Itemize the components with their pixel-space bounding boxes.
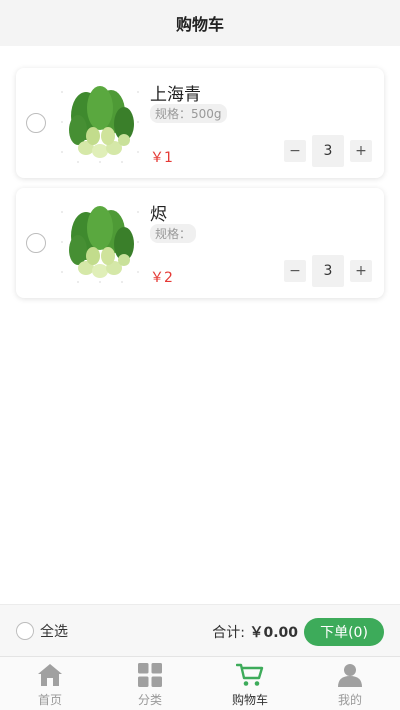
tab-profile-label: 我的 <box>337 693 362 707</box>
quantity-stepper: − 3 + <box>284 255 372 287</box>
decrease-button[interactable]: − <box>284 260 306 282</box>
product-name[interactable]: 烬 <box>150 200 167 225</box>
select-all-checkbox[interactable] <box>16 622 34 640</box>
product-price: ￥2 <box>150 270 173 286</box>
tab-home-label: 首页 <box>37 693 62 707</box>
increase-button[interactable]: + <box>350 140 372 162</box>
select-item-checkbox[interactable] <box>26 233 46 253</box>
total-label: 合计: <box>212 625 245 641</box>
decrease-button[interactable]: − <box>284 140 306 162</box>
product-image[interactable] <box>56 78 144 166</box>
bottom-tab-bar: 首页 分类 购物车 我的 <box>0 656 400 710</box>
product-spec: 规格：500g <box>150 104 227 123</box>
home-icon <box>35 661 65 689</box>
select-item-checkbox[interactable] <box>26 113 46 133</box>
cart-icon <box>235 661 265 689</box>
product-spec: 规格： <box>150 224 197 243</box>
quantity-value[interactable]: 3 <box>312 135 344 167</box>
tab-profile[interactable]: 我的 <box>300 657 400 710</box>
user-icon <box>335 661 365 689</box>
product-name[interactable]: 上海青 <box>150 80 201 105</box>
place-order-button[interactable]: 下单(0) <box>304 618 384 646</box>
product-image[interactable] <box>56 198 144 286</box>
select-all-label: 全选 <box>40 624 68 640</box>
quantity-value[interactable]: 3 <box>312 255 344 287</box>
tab-home[interactable]: 首页 <box>0 657 100 710</box>
increase-button[interactable]: + <box>350 260 372 282</box>
checkout-bar: 全选 合计: ￥0.00 下单(0) <box>0 604 400 656</box>
page-header: 购物车 <box>0 0 400 46</box>
cart-item: 上海青 规格：500g ￥1 − 3 + <box>16 68 384 178</box>
total-price: 合计: ￥0.00 <box>212 622 298 642</box>
page-title: 购物车 <box>175 15 224 34</box>
grid-icon <box>135 661 165 689</box>
tab-cart-label: 购物车 <box>231 693 268 707</box>
tab-category[interactable]: 分类 <box>100 657 200 710</box>
tab-cart[interactable]: 购物车 <box>200 657 300 710</box>
cart-item: 烬 规格： ￥2 − 3 + <box>16 188 384 298</box>
quantity-stepper: − 3 + <box>284 135 372 167</box>
product-price: ￥1 <box>150 150 173 166</box>
total-value: ￥0.00 <box>249 625 298 641</box>
tab-category-label: 分类 <box>137 693 162 707</box>
select-all[interactable]: 全选 <box>16 621 68 641</box>
